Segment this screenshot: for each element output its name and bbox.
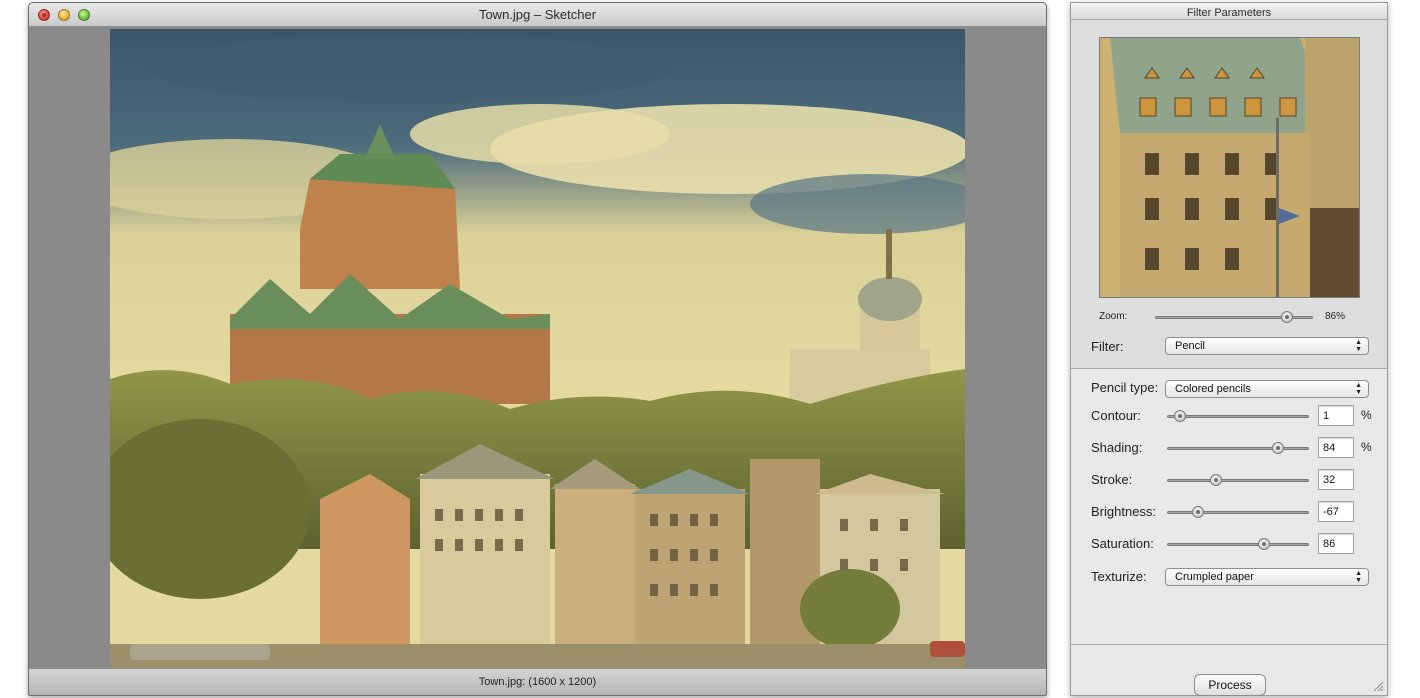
param-label: Shading: [1091, 440, 1143, 455]
param-slider-knob[interactable] [1258, 538, 1270, 550]
photo-illustration [110, 29, 965, 670]
param-slider[interactable] [1167, 479, 1309, 482]
zoom-icon[interactable] [78, 9, 90, 21]
param-value-field[interactable]: -67 [1318, 501, 1354, 522]
param-unit: % [1361, 440, 1372, 454]
param-label: Saturation: [1091, 536, 1154, 551]
param-slider-knob[interactable] [1272, 442, 1285, 454]
zoom-label: Zoom: [1099, 311, 1128, 322]
param-label: Stroke: [1091, 472, 1133, 487]
pencil-type-value: Colored pencils [1175, 383, 1251, 395]
action-section: Process [1071, 646, 1387, 696]
panel-title-bar[interactable]: Filter Parameters [1071, 3, 1387, 20]
up-down-arrows-icon: ▲ ▼ [1355, 339, 1362, 353]
preview-illustration [1100, 38, 1359, 297]
texturize-value: Crumpled paper [1175, 571, 1254, 583]
param-value-field[interactable]: 84 [1318, 437, 1354, 458]
param-unit: % [1361, 408, 1372, 422]
param-slider-knob[interactable] [1191, 506, 1204, 518]
window-title: Town.jpg – Sketcher [478, 7, 597, 22]
resize-grip-icon[interactable] [1373, 681, 1384, 692]
parameters-section: Pencil type: Colored pencils ▲ ▼ Contour:… [1071, 370, 1387, 645]
pencil-type-label: Pencil type: [1091, 380, 1159, 395]
param-slider[interactable] [1167, 511, 1309, 514]
zoom-value: 86% [1325, 311, 1346, 322]
filter-parameters-panel: Filter Parameters Zoom: 86% Filter: Penc… [1070, 2, 1388, 696]
param-value-field[interactable]: 32 [1318, 469, 1354, 490]
param-slider[interactable] [1167, 543, 1309, 546]
main-window: Town.jpg – Sketcher Town.jpg: (1600 x 12… [28, 2, 1047, 696]
preview-thumbnail[interactable] [1099, 37, 1360, 298]
texturize-popup[interactable]: Crumpled paper ▲ ▼ [1165, 568, 1369, 586]
sketched-photo[interactable] [110, 29, 965, 670]
pencil-type-popup[interactable]: Colored pencils ▲ ▼ [1165, 380, 1369, 398]
param-slider-knob[interactable] [1209, 474, 1222, 486]
panel-title: Filter Parameters [1186, 7, 1272, 19]
param-label: Brightness: [1091, 504, 1157, 519]
param-value-field[interactable]: 1 [1318, 405, 1354, 426]
close-icon[interactable] [38, 9, 50, 21]
texturize-label: Texturize: [1091, 569, 1147, 584]
process-button[interactable]: Process [1194, 674, 1266, 696]
filter-popup-value: Pencil [1175, 340, 1205, 352]
minimize-icon[interactable] [58, 9, 70, 21]
title-bar[interactable]: Town.jpg – Sketcher [29, 3, 1046, 27]
filter-popup[interactable]: Pencil ▲ ▼ [1165, 337, 1369, 355]
image-info: Town.jpg: (1600 x 1200) [478, 676, 597, 688]
status-bar: Town.jpg: (1600 x 1200) [29, 668, 1046, 695]
zoom-slider-knob[interactable] [1280, 311, 1293, 323]
param-label: Contour: [1091, 408, 1141, 423]
canvas-area[interactable] [29, 27, 1046, 670]
up-down-arrows-icon: ▲ ▼ [1355, 570, 1362, 584]
param-slider[interactable] [1167, 415, 1309, 418]
param-slider[interactable] [1167, 447, 1309, 450]
param-slider-knob[interactable] [1173, 410, 1186, 422]
up-down-arrows-icon: ▲ ▼ [1355, 382, 1362, 396]
param-value-field[interactable]: 86 [1318, 533, 1354, 554]
filter-label: Filter: [1091, 339, 1124, 354]
preview-section: Zoom: 86% Filter: Pencil ▲ ▼ [1071, 20, 1387, 369]
